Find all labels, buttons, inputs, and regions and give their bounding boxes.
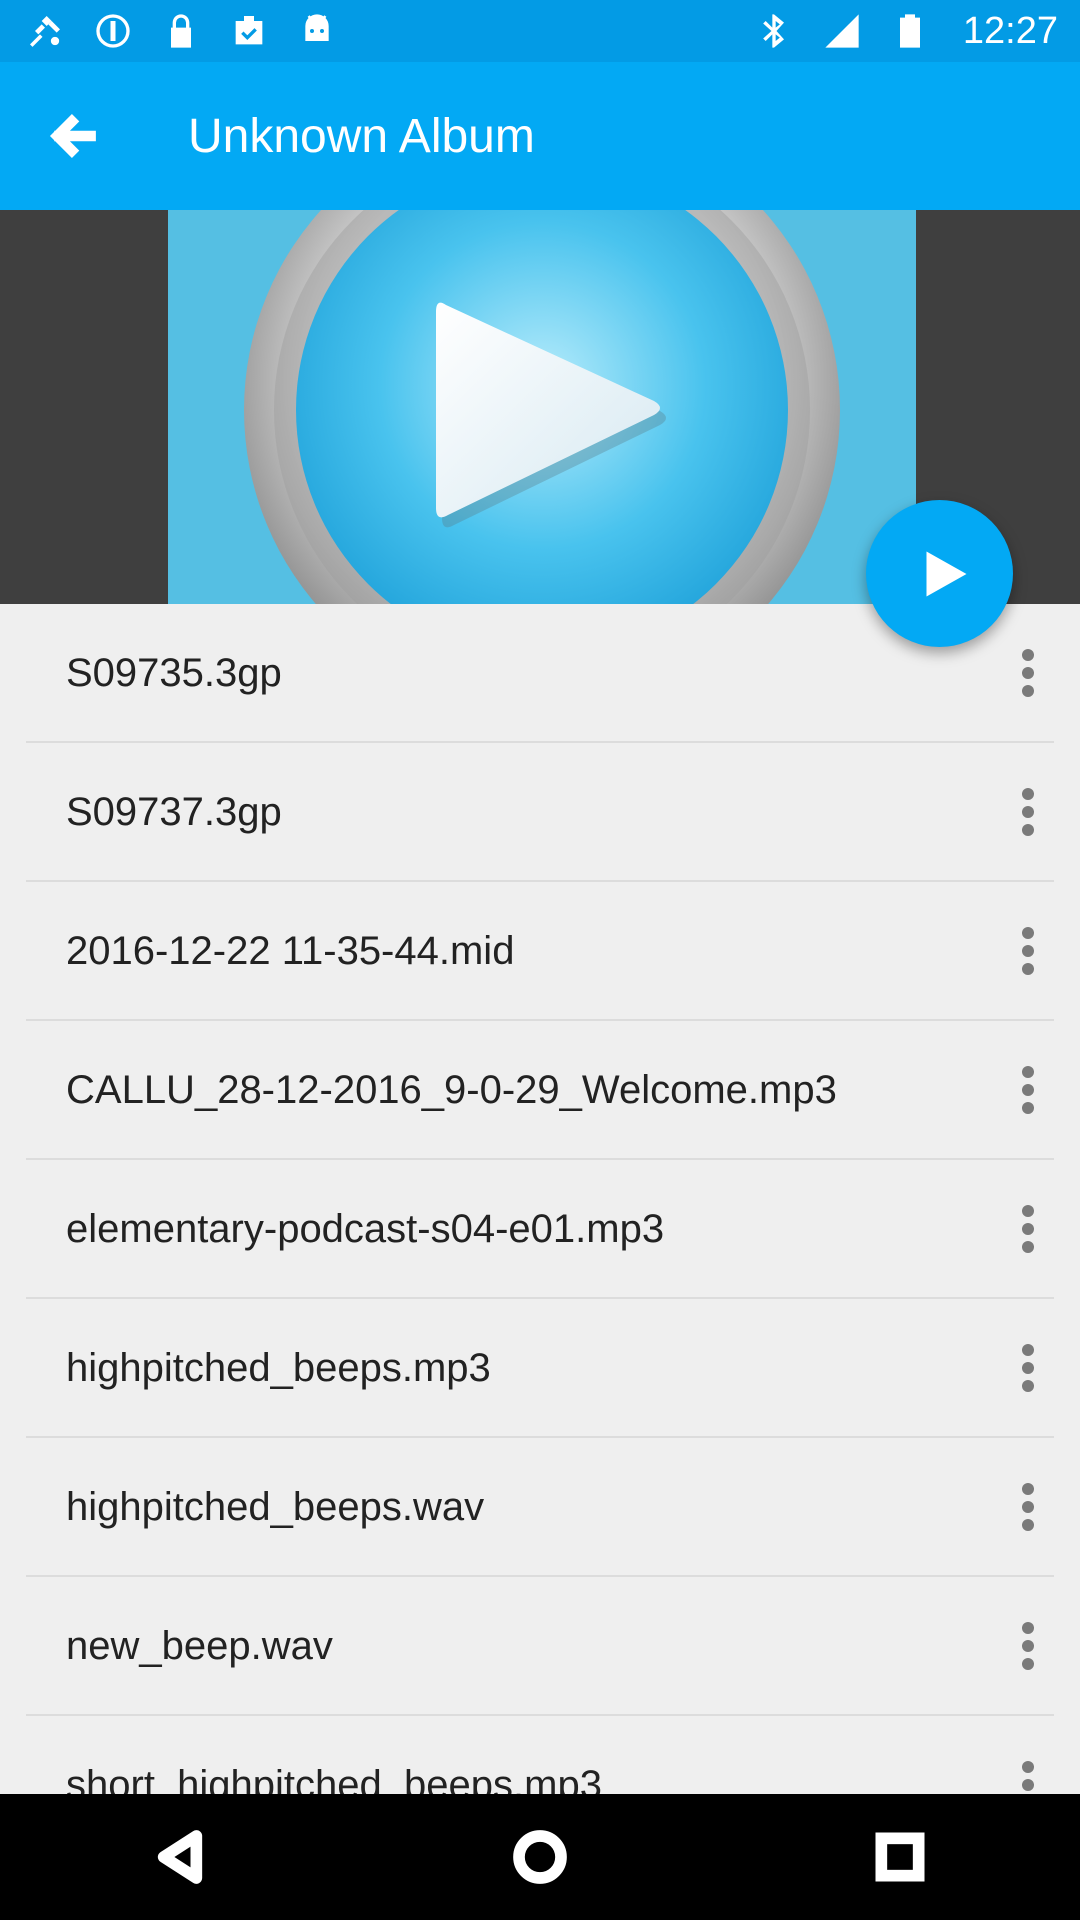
track-title: new_beep.wav [66,1624,333,1668]
more-options-button[interactable] [998,782,1058,842]
list-item[interactable]: short_highpitched_beeps.mp3 [0,1716,1080,1794]
more-options-button[interactable] [998,1616,1058,1676]
more-vert-icon [1022,1761,1034,1791]
lock-icon [160,10,202,52]
track-list: S09735.3gp S09737.3gp 2016-12-22 11-35-4… [0,604,1080,1794]
more-vert-icon [1022,1483,1034,1531]
more-options-button[interactable] [998,1060,1058,1120]
track-title: highpitched_beeps.wav [66,1485,485,1529]
more-options-button[interactable] [998,643,1058,703]
status-right-icons: 12:27 [753,10,1058,53]
list-item[interactable]: S09737.3gp [0,743,1080,882]
list-item[interactable]: highpitched_beeps.mp3 [0,1299,1080,1438]
track-title: short_highpitched_beeps.mp3 [66,1763,602,1794]
status-bar: 12:27 [0,0,1080,62]
nav-recents-button[interactable] [840,1797,960,1917]
more-options-button[interactable] [998,1477,1058,1537]
track-title: S09735.3gp [66,651,282,695]
screen: 12:27 Unknown Album S09735.3gp S09737.3g… [0,0,1080,1920]
play-logo-icon [244,210,840,604]
data-saver-icon [92,10,134,52]
android-icon [296,10,338,52]
status-left-icons [24,10,338,52]
more-vert-icon [1022,1205,1034,1253]
nav-back-button[interactable] [120,1797,240,1917]
fake-gps-icon [24,10,66,52]
more-vert-icon [1022,1622,1034,1670]
album-art [168,210,916,604]
back-button[interactable] [0,62,148,210]
more-options-button[interactable] [998,1755,1058,1794]
more-vert-icon [1022,649,1034,697]
more-vert-icon [1022,1344,1034,1392]
status-time: 12:27 [962,9,1058,52]
navigation-bar [0,1794,1080,1920]
recents-square-icon [875,1832,925,1882]
clipboard-check-icon [228,10,270,52]
nav-home-button[interactable] [480,1797,600,1917]
list-item[interactable]: CALLU_28-12-2016_9-0-29_Welcome.mp3 [0,1021,1080,1160]
track-title: highpitched_beeps.mp3 [66,1346,491,1390]
track-title: elementary-podcast-s04-e01.mp3 [66,1207,665,1251]
track-title: S09737.3gp [66,790,282,834]
list-item[interactable]: 2016-12-22 11-35-44.mid [0,882,1080,1021]
page-title: Unknown Album [188,109,535,163]
more-options-button[interactable] [998,921,1058,981]
list-item[interactable]: S09735.3gp [0,604,1080,743]
track-title: CALLU_28-12-2016_9-0-29_Welcome.mp3 [66,1068,837,1112]
play-icon [926,551,966,596]
app-bar: Unknown Album [0,62,1080,210]
more-options-button[interactable] [998,1199,1058,1259]
home-circle-icon [513,1830,567,1884]
back-triangle-icon [157,1830,203,1884]
track-title: 2016-12-22 11-35-44.mid [66,929,515,973]
list-item[interactable]: highpitched_beeps.wav [0,1438,1080,1577]
signal-icon [821,10,863,52]
list-item[interactable]: elementary-podcast-s04-e01.mp3 [0,1160,1080,1299]
more-vert-icon [1022,1066,1034,1114]
more-options-button[interactable] [998,1338,1058,1398]
bluetooth-icon [753,10,795,52]
more-vert-icon [1022,927,1034,975]
arrow-back-icon [49,114,96,158]
battery-icon [889,10,931,52]
more-vert-icon [1022,788,1034,836]
list-item[interactable]: new_beep.wav [0,1577,1080,1716]
